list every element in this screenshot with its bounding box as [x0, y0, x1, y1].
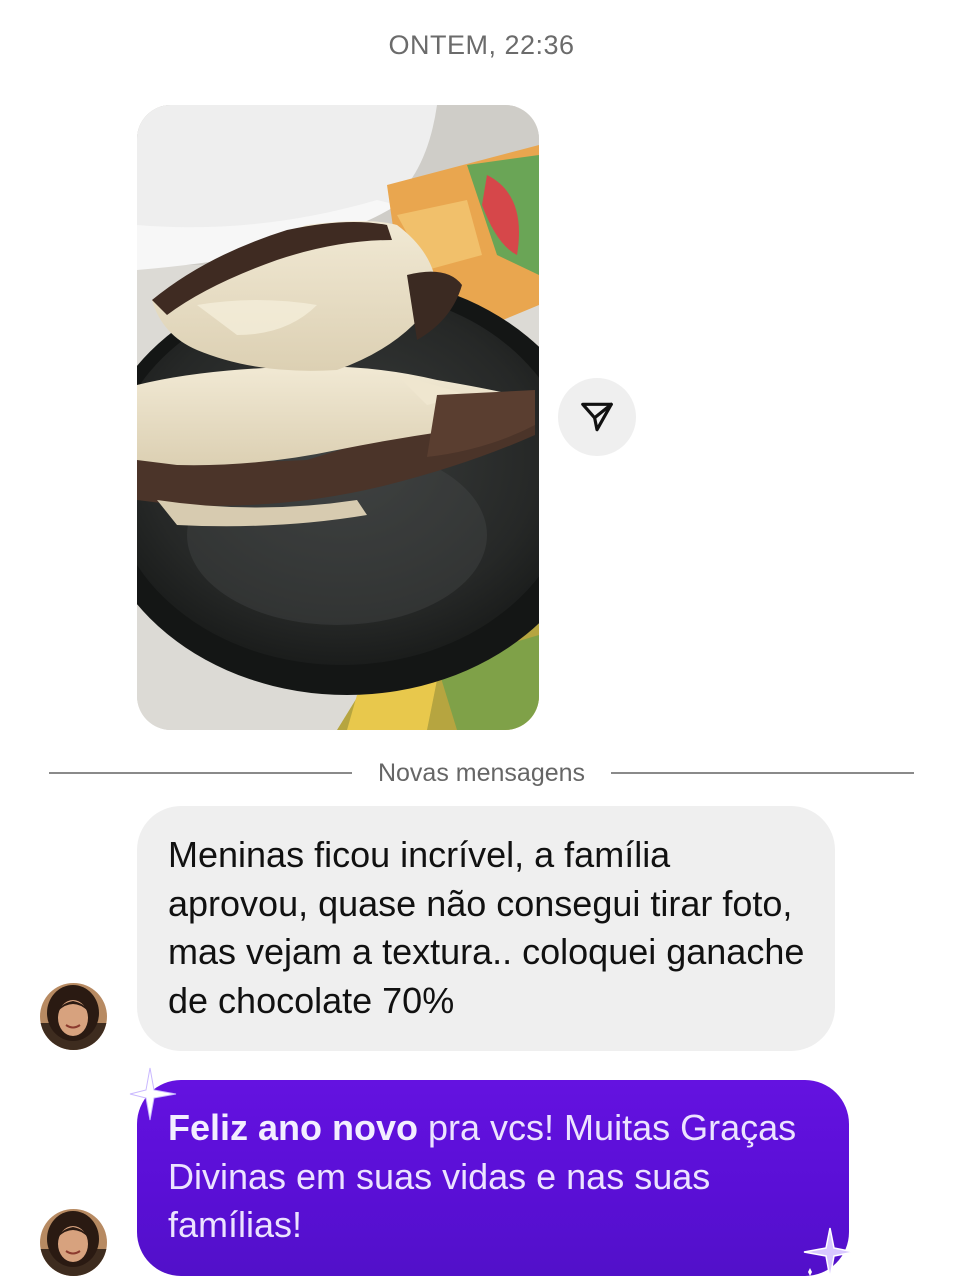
avatar-image — [40, 1209, 107, 1276]
message-bubble-effect[interactable]: Feliz ano novo pra vcs! Muitas Graças Di… — [137, 1080, 849, 1276]
divider-line-left — [49, 772, 352, 774]
message-text: Meninas ficou incrível, a família aprovo… — [168, 834, 805, 1021]
photo-message-dessert[interactable] — [137, 105, 539, 730]
message-bold-text: Feliz ano novo — [168, 1107, 419, 1148]
new-messages-divider: Novas mensagens — [49, 757, 914, 789]
divider-line-right — [611, 772, 914, 774]
share-button[interactable] — [558, 378, 636, 456]
dessert-photo-image — [137, 105, 539, 730]
message-bubble-received[interactable]: Meninas ficou incrível, a família aprovo… — [137, 806, 835, 1051]
message-timestamp: ONTEM, 22:36 — [388, 30, 575, 60]
send-paper-plane-icon — [581, 402, 613, 432]
new-messages-label: Novas mensagens — [377, 758, 586, 787]
sparkle-icon — [803, 1227, 855, 1279]
sparkle-icon — [129, 1067, 177, 1121]
sender-avatar[interactable] — [40, 983, 107, 1050]
sender-avatar[interactable] — [40, 1209, 107, 1276]
avatar-image — [40, 983, 107, 1050]
